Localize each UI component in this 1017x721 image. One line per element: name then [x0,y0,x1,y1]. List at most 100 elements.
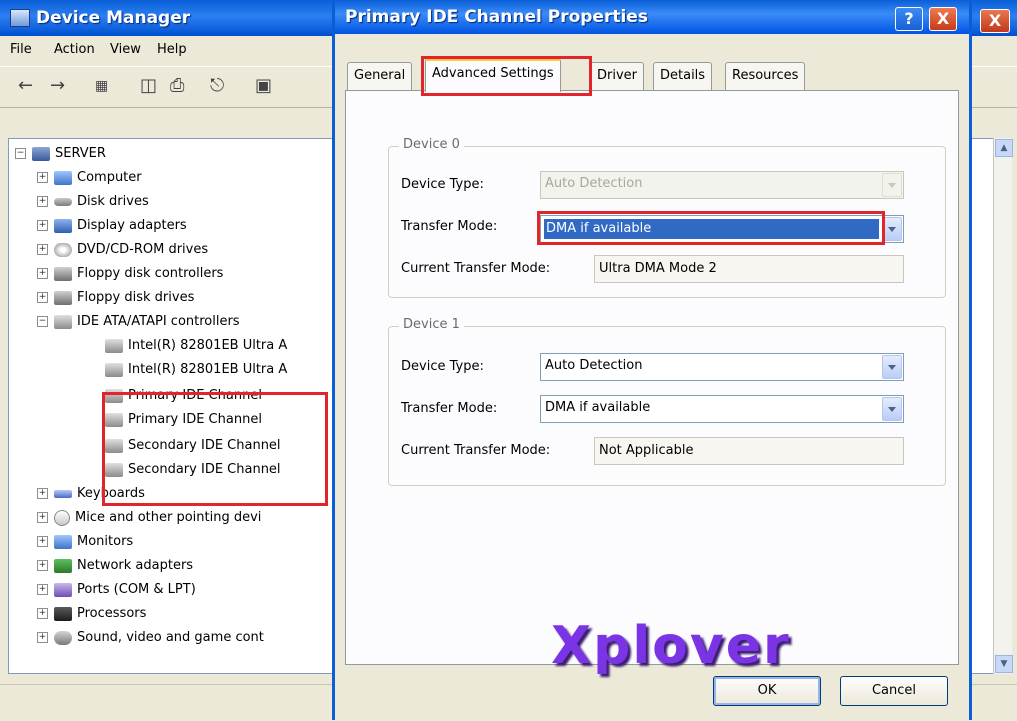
forward-arrow-icon[interactable]: → [50,75,65,96]
tree-item-display-adapters[interactable]: + Display adapters [37,215,187,237]
chevron-down-icon [882,173,902,197]
tree-item-label: Keyboards [77,486,145,501]
chevron-down-icon[interactable] [882,217,902,241]
ports-icon [54,582,72,597]
tree-item-secondary-ide-1[interactable]: Secondary IDE Channel [105,435,281,457]
tree-item-intel-ide-2[interactable]: Intel(R) 82801EB Ultra A [105,359,287,381]
tree-item-computer[interactable]: + Computer [37,167,142,189]
expand-icon[interactable]: + [37,220,48,231]
scroll-down-icon[interactable]: ▼ [995,655,1013,673]
expand-icon[interactable]: + [37,268,48,279]
ok-button[interactable]: OK [713,676,821,706]
tab-driver[interactable]: Driver [590,62,645,90]
tree-root-server[interactable]: − SERVER [15,143,106,165]
tab-advanced-settings[interactable]: Advanced Settings [425,58,561,92]
expand-icon[interactable]: + [37,560,48,571]
ide-channel-icon [105,412,123,427]
help-icon[interactable]: ? [895,7,923,31]
chevron-down-icon[interactable] [882,355,902,379]
ide-channel-icon [105,462,123,477]
tree-item-ide-controllers[interactable]: − IDE ATA/ATAPI controllers [37,311,240,333]
device-manager-title: Device Manager [36,8,191,28]
tab-general[interactable]: General [347,62,413,90]
tree-item-monitors[interactable]: + Monitors [37,531,133,553]
device0-transfer-mode-value: DMA if available [544,219,879,239]
floppy-drive-icon [54,290,72,305]
expand-icon[interactable]: + [37,608,48,619]
scroll-up-icon[interactable]: ▲ [995,139,1013,157]
transfer-mode-label: Transfer Mode: [401,219,498,234]
server-icon [32,146,50,161]
expand-icon[interactable]: + [37,488,48,499]
tree-item-keyboards[interactable]: + Keyboards [37,483,145,505]
expand-icon[interactable]: + [37,632,48,643]
collapse-icon[interactable]: − [15,148,26,159]
ide-channel-icon [105,438,123,453]
tree-item-floppy-drives[interactable]: + Floppy disk drives [37,287,194,309]
expand-icon[interactable]: + [37,196,48,207]
menu-help[interactable]: Help [157,42,187,57]
properties-dialog: Primary IDE Channel Properties ? X Gener… [332,0,972,720]
tree-item-label: Ports (COM & LPT) [77,582,196,597]
mouse-icon [54,509,70,526]
ide-channel-icon [105,362,123,377]
sound-icon [54,630,72,645]
tree-item-label: Processors [77,606,147,621]
device-type-label: Device Type: [401,359,484,374]
tree-item-sound[interactable]: + Sound, video and game cont [37,627,264,649]
keyboard-icon [54,489,72,498]
device1-transfer-mode-select[interactable]: DMA if available [540,395,904,423]
tree-item-ports[interactable]: + Ports (COM & LPT) [37,579,196,601]
back-arrow-icon[interactable]: ← [18,75,33,96]
floppy-controller-icon [54,266,72,281]
tree-item-label: Intel(R) 82801EB Ultra A [128,362,288,377]
menu-action[interactable]: Action [54,42,95,57]
expand-icon[interactable]: + [37,244,48,255]
device1-type-value: Auto Detection [545,358,643,373]
expand-icon[interactable]: + [37,584,48,595]
scan-hardware-icon[interactable]: ▣ [255,75,272,96]
tree-item-label: Network adapters [77,558,194,573]
tree-item-network-adapters[interactable]: + Network adapters [37,555,193,577]
device-type-label: Device Type: [401,177,484,192]
tab-resources[interactable]: Resources [725,62,806,90]
expand-icon[interactable]: + [37,536,48,547]
tree-item-processors[interactable]: + Processors [37,603,146,625]
tab-details[interactable]: Details [653,62,713,90]
tree-item-intel-ide-1[interactable]: Intel(R) 82801EB Ultra A [105,335,287,357]
device0-transfer-mode-select[interactable]: DMA if available [540,215,904,243]
tree-item-floppy-controllers[interactable]: + Floppy disk controllers [37,263,223,285]
menu-view[interactable]: View [110,42,141,57]
tree-item-mice[interactable]: + Mice and other pointing devi [37,507,261,529]
help-icon[interactable]: ⎋ [210,75,224,96]
xplover-watermark: Xplover [551,616,791,676]
tree-item-label: Computer [77,170,142,185]
expand-icon[interactable]: + [37,292,48,303]
collapse-icon[interactable]: − [37,316,48,327]
show-hide-console-tree-icon[interactable]: ▦ [95,78,108,94]
menu-file[interactable]: File [10,42,32,57]
chevron-down-icon[interactable] [882,397,902,421]
tree-item-label: Floppy disk controllers [77,266,224,281]
device0-current-mode-value: Ultra DMA Mode 2 [599,261,717,276]
tree-item-primary-ide-1[interactable]: Primary IDE Channel [105,385,262,407]
properties-icon[interactable]: ◫ [140,75,157,96]
tree-item-disk-drives[interactable]: + Disk drives [37,191,149,213]
print-icon[interactable]: ⎙ [170,75,184,96]
device1-type-select[interactable]: Auto Detection [540,353,904,381]
device0-type-value: Auto Detection [545,176,643,191]
vertical-scrollbar[interactable]: ▲ ▼ [993,138,1013,674]
ide-channel-icon [105,388,123,403]
expand-icon[interactable]: + [37,512,48,523]
tree-item-dvd-drives[interactable]: + DVD/CD-ROM drives [37,239,208,261]
tree-item-label: Floppy disk drives [77,290,195,305]
device1-group: Device 1 Device Type: Auto Detection Tra… [388,317,946,486]
tree-item-primary-ide-2[interactable]: Primary IDE Channel [105,409,262,431]
tree-item-secondary-ide-2[interactable]: Secondary IDE Channel [105,459,281,481]
cancel-button[interactable]: Cancel [840,676,948,706]
expand-icon[interactable]: + [37,172,48,183]
close-icon[interactable]: X [929,7,957,31]
device-manager-app-icon [10,9,30,27]
close-icon[interactable]: X [980,9,1010,33]
tree-item-label: DVD/CD-ROM drives [77,242,209,257]
